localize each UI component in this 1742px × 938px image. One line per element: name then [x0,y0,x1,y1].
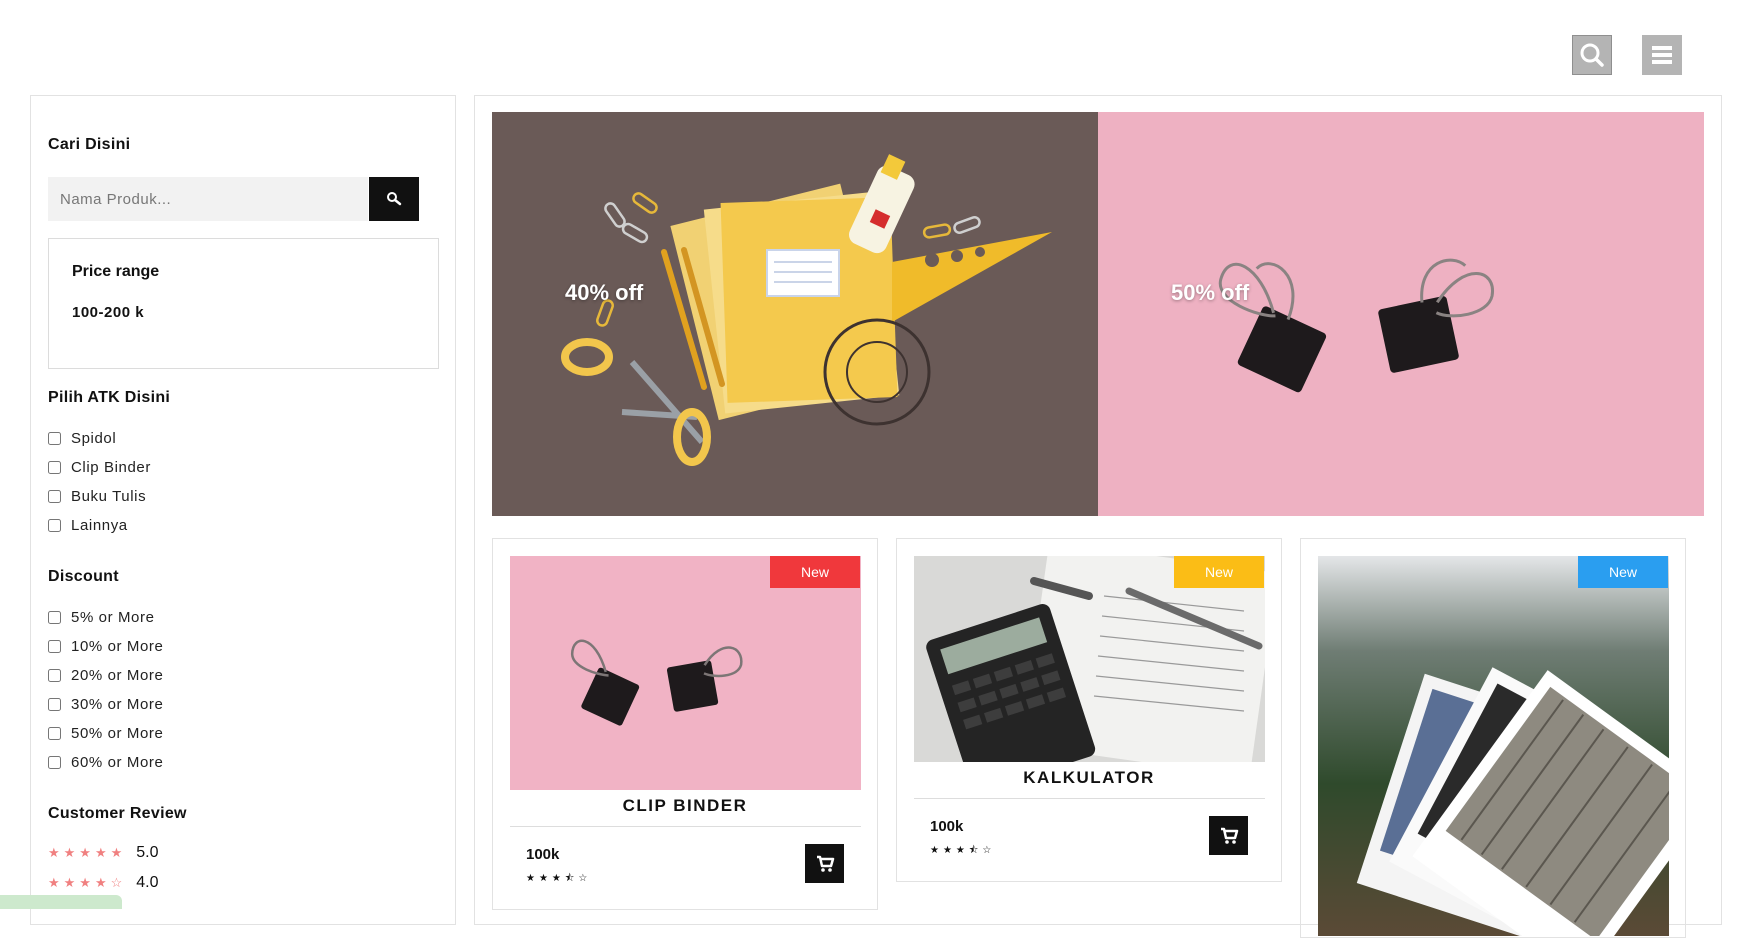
product-image[interactable] [1318,556,1669,936]
product-card[interactable]: New CLIP BINDER 100k ★★★⯪☆ [492,538,878,910]
search-input[interactable] [48,177,368,221]
product-rating-stars: ★★★⯪☆ [930,845,996,856]
binder-clip-photo [510,556,861,790]
cart-icon [1221,827,1239,844]
checkbox[interactable] [48,489,61,503]
search-toggle-button[interactable] [1572,35,1612,75]
discount-option[interactable]: 30% or More [48,693,163,715]
checkbox[interactable] [48,639,61,653]
banner-promo-text: 40% off [565,280,644,305]
rating-stars: ★★★★☆ [48,875,127,890]
add-to-cart-button[interactable] [805,844,844,883]
binder-clip-photo [1098,112,1704,516]
search-icon [387,192,402,206]
discount-option-label: 60% or More [71,753,164,771]
discount-filter-title: Discount [48,568,119,585]
filter-sidebar: Cari Disini Price range 100-200 k Pilih … [30,95,456,925]
discount-option-label: 50% or More [71,724,164,742]
discount-option-label: 30% or More [71,695,164,713]
review-filter-5[interactable]: ★★★★★ 5.0 [48,844,159,862]
search-submit-button[interactable] [369,177,419,221]
discount-option-label: 5% or More [71,608,155,626]
promo-banner-40[interactable]: 40% off [492,112,1098,516]
main-content: 40% off 50% off New CLIP BINDER 100k ★★★… [474,95,1722,938]
product-card[interactable]: New KALKULATOR 100k ★★★⯪☆ [896,538,1282,882]
price-range-title: Price range [72,263,160,280]
atk-option-lainnya[interactable]: Lainnya [48,514,128,536]
rating-value: 5.0 [136,844,159,861]
customer-review-title: Customer Review [48,805,187,822]
discount-option[interactable]: 5% or More [48,606,155,628]
polaroid-photo [1318,556,1669,936]
atk-option-buku-tulis[interactable]: Buku Tulis [48,485,146,507]
product-price: 100k [930,818,964,835]
add-to-cart-button[interactable] [1209,816,1248,855]
product-rating-stars: ★★★⯪☆ [526,873,592,884]
atk-option-spidol[interactable]: Spidol [48,427,116,449]
status-bar [0,895,122,909]
checkbox[interactable] [48,726,61,740]
checkbox[interactable] [48,697,61,711]
product-price: 100k [526,846,560,863]
atk-option-label: Clip Binder [71,458,151,476]
atk-option-label: Lainnya [71,516,128,534]
discount-option[interactable]: 10% or More [48,635,163,657]
hamburger-menu-icon [1652,46,1672,64]
search-icon [1580,43,1604,67]
atk-option-clip-binder[interactable]: Clip Binder [48,456,151,478]
atk-filter-title: Pilih ATK Disini [48,389,171,406]
new-badge: New [1174,556,1264,588]
atk-option-label: Spidol [71,429,117,447]
checkbox[interactable] [48,460,61,474]
promo-banner-50[interactable]: 50% off [1098,112,1704,516]
checkbox[interactable] [48,668,61,682]
checkbox[interactable] [48,610,61,624]
checkbox[interactable] [48,431,61,445]
atk-option-label: Buku Tulis [71,487,147,505]
search-title: Cari Disini [48,136,131,153]
discount-option[interactable]: 20% or More [48,664,163,686]
checkbox[interactable] [48,755,61,769]
product-name[interactable]: KALKULATOR [897,768,1281,788]
divider [914,798,1265,799]
new-badge: New [1578,556,1668,588]
menu-button[interactable] [1642,35,1682,75]
new-badge: New [770,556,860,588]
stationery-photo [492,112,1098,516]
rating-stars: ★★★★★ [48,845,127,860]
discount-option[interactable]: 60% or More [48,751,163,773]
cart-icon [817,855,835,872]
product-card[interactable]: New [1300,538,1686,938]
checkbox[interactable] [48,518,61,532]
divider [510,826,861,827]
price-range-value: 100-200 k [72,304,145,321]
review-filter-4[interactable]: ★★★★☆ 4.0 [48,874,159,892]
price-range-box: Price range 100-200 k [48,238,439,369]
discount-option-label: 20% or More [71,666,164,684]
rating-value: 4.0 [136,874,159,891]
banner-promo-text: 50% off [1171,280,1250,305]
discount-option[interactable]: 50% or More [48,722,163,744]
product-image[interactable] [510,556,861,790]
product-name[interactable]: CLIP BINDER [493,796,877,816]
discount-option-label: 10% or More [71,637,164,655]
